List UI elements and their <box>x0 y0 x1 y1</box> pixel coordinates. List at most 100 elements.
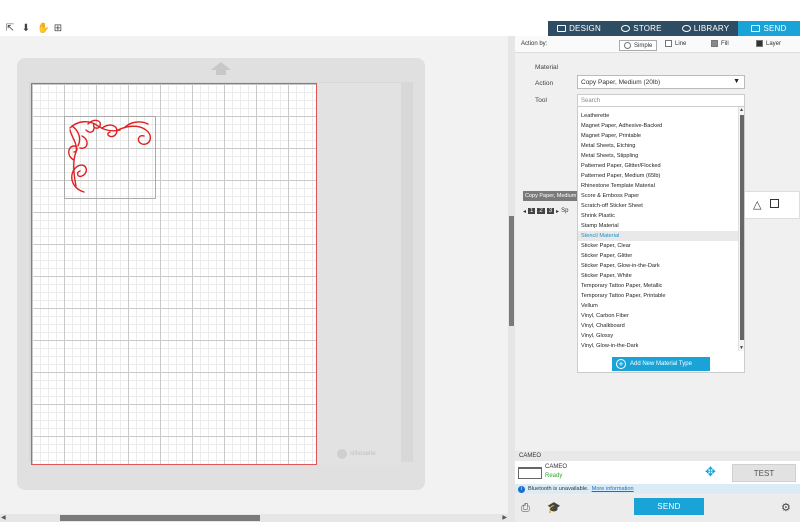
material-label: Material <box>535 64 559 71</box>
material-list-item[interactable]: Vinyl, Carbon Fiber <box>578 311 738 321</box>
material-dropdown-list[interactable]: Leatherette Magnet Paper, Adhesive-Backed… <box>577 106 745 373</box>
material-list-item[interactable]: Vellum <box>578 301 738 311</box>
mode-layer-label: Layer <box>766 40 782 47</box>
mode-fill[interactable]: Fill <box>711 40 729 47</box>
tab-library-label: LIBRARY <box>693 24 730 33</box>
mat-margin <box>317 83 401 465</box>
material-search-placeholder: Search <box>581 97 601 104</box>
horizontal-scrollbar[interactable]: ◀ ▶ <box>0 514 508 522</box>
cutter-device-icon <box>518 467 542 479</box>
material-list-item[interactable]: Shrink Plastic <box>578 211 738 221</box>
step-prev-icon[interactable]: ◂ <box>523 208 526 215</box>
mode-layer[interactable]: Layer <box>756 40 781 47</box>
tab-send[interactable]: SEND <box>738 21 800 36</box>
material-list-item[interactable]: Vinyl, Glossy <box>578 331 738 341</box>
mat-logo-text: silhouette <box>350 451 376 457</box>
material-select[interactable]: Copy Paper, Medium (20lb) ▼ <box>577 75 745 89</box>
device-section-header: CAMEO <box>515 451 800 461</box>
scroll-right-icon[interactable]: ▶ <box>502 514 507 521</box>
material-list-item[interactable]: Sticker Paper, Clear <box>578 241 738 251</box>
material-list-item[interactable]: Scratch-off Sticker Sheet <box>578 201 738 211</box>
device-section-label: CAMEO <box>519 453 542 459</box>
tab-library[interactable]: LIBRARY <box>673 21 738 36</box>
material-peek-text: Copy Paper, Medium <box>525 193 577 199</box>
radio-icon <box>624 42 631 49</box>
step-3[interactable]: 3 <box>546 208 555 214</box>
tab-send-label: SEND <box>763 24 787 33</box>
material-list-item[interactable]: Sticker Paper, Glow-in-the-Dark <box>578 261 738 271</box>
material-search-input[interactable]: Search <box>577 94 745 106</box>
scroll-up-icon[interactable]: ▲ <box>739 107 744 113</box>
material-list-item[interactable]: Stamp Material <box>578 221 738 231</box>
material-list-item[interactable]: Vinyl, Glow-in-the-Dark <box>578 341 738 351</box>
material-select-value: Copy Paper, Medium (20lb) <box>581 78 661 86</box>
horizontal-scroll-thumb[interactable] <box>60 515 260 521</box>
material-list-scroll-thumb[interactable] <box>740 115 744 340</box>
vertical-scroll-thumb[interactable] <box>509 216 514 326</box>
fill-mode-icon <box>711 40 718 47</box>
design-icon <box>557 25 567 32</box>
down-arrow-icon[interactable]: ⬇ <box>21 23 31 34</box>
tutorial-icon[interactable]: 🎓 <box>547 501 561 514</box>
add-page-icon[interactable]: ⊞ <box>53 23 63 34</box>
bluetooth-notice: i Bluetooth is unavailable. More informa… <box>515 484 800 494</box>
mode-fill-label: Fill <box>721 40 729 47</box>
step-1[interactable]: 1 <box>528 208 536 214</box>
material-list-item[interactable]: Temporary Tattoo Paper, Metallic <box>578 281 738 291</box>
gear-icon[interactable]: ⚙ <box>781 501 791 514</box>
tab-design[interactable]: DESIGN <box>548 21 610 36</box>
scroll-left-icon[interactable]: ◀ <box>1 514 6 521</box>
hand-pan-icon[interactable]: ✋ <box>37 23 49 34</box>
pointer-move-icon[interactable]: ⇱ <box>5 23 15 34</box>
material-list-scrollbar[interactable]: ▲ ▼ <box>738 107 744 351</box>
device-name: CAMEO <box>545 464 568 470</box>
material-list-item[interactable]: Temporary Tattoo Paper, Printable <box>578 291 738 301</box>
info-icon: i <box>518 485 525 493</box>
send-button-label: SEND <box>657 502 681 511</box>
material-list-item[interactable]: Vinyl, Chalkboard <box>578 321 738 331</box>
add-material-label: Add New Material Type <box>630 361 692 367</box>
material-list-item[interactable]: Score & Emboss Paper <box>578 191 738 201</box>
material-list-item[interactable]: Patterned Paper, Glitter/Flocked <box>578 161 738 171</box>
tab-store[interactable]: STORE <box>610 21 673 36</box>
tool-label: Tool <box>535 97 547 104</box>
move-arrows-icon[interactable]: ✥ <box>705 465 716 480</box>
mode-simple[interactable]: Simple <box>619 40 658 51</box>
material-list-item[interactable]: Sticker Paper, White <box>578 271 738 281</box>
step-2[interactable]: 2 <box>537 208 545 214</box>
material-list-item[interactable]: Rhinestone Template Material <box>578 181 738 191</box>
scroll-down-icon[interactable]: ▼ <box>739 345 744 351</box>
test-button[interactable]: TEST <box>732 464 796 482</box>
material-list-item[interactable]: Metal Sheets, Etching <box>578 141 738 151</box>
step-next-icon[interactable]: ▸ <box>556 208 559 215</box>
send-status-icon[interactable]: ⎙ <box>521 501 530 515</box>
tab-store-label: STORE <box>633 24 662 33</box>
material-list-item[interactable]: Stencil Material <box>578 231 738 241</box>
step-numbers[interactable]: ◂ 1 2 3 ▸ Sp <box>523 205 579 217</box>
vertical-scrollbar[interactable] <box>508 36 515 522</box>
library-icon <box>681 25 691 32</box>
dropdown-arrow-icon[interactable]: ▼ <box>733 78 740 85</box>
material-list-item[interactable]: Sticker Paper, Glitter <box>578 251 738 261</box>
more-information-link[interactable]: More information <box>592 486 634 492</box>
mode-line-label: Line <box>675 40 687 47</box>
add-material-type-button[interactable]: + Add New Material Type <box>612 357 710 371</box>
silhouette-logo-icon <box>337 449 347 459</box>
flourish-corner-design[interactable] <box>64 116 156 199</box>
material-list-item[interactable]: Magnet Paper, Adhesive-Backed <box>578 121 738 131</box>
material-list-item[interactable]: Metal Sheets, Stippling <box>578 151 738 161</box>
send-button[interactable]: SEND <box>634 498 704 515</box>
material-list: Leatherette Magnet Paper, Adhesive-Backed… <box>578 111 738 351</box>
canvas-toolbar: ⇱ ⬇ ✋ ⊞ <box>0 21 548 36</box>
layer-mode-icon <box>756 40 763 47</box>
test-button-label: TEST <box>753 468 775 478</box>
settings-area: Material Action Tool Copy Paper, Medium … <box>515 53 800 453</box>
blade-icon: △ <box>753 198 762 211</box>
material-list-item[interactable]: Magnet Paper, Printable <box>578 131 738 141</box>
material-list-item[interactable]: Patterned Paper, Medium (65lb) <box>578 171 738 181</box>
material-peek-bar: Copy Paper, Medium <box>523 191 579 201</box>
material-list-item[interactable]: Leatherette <box>578 111 738 121</box>
device-row[interactable]: CAMEO Ready ✥ TEST <box>515 461 800 484</box>
mode-line[interactable]: Line <box>665 40 686 47</box>
action-by-bar: Action by: Simple Line Fill Layer <box>515 36 800 53</box>
